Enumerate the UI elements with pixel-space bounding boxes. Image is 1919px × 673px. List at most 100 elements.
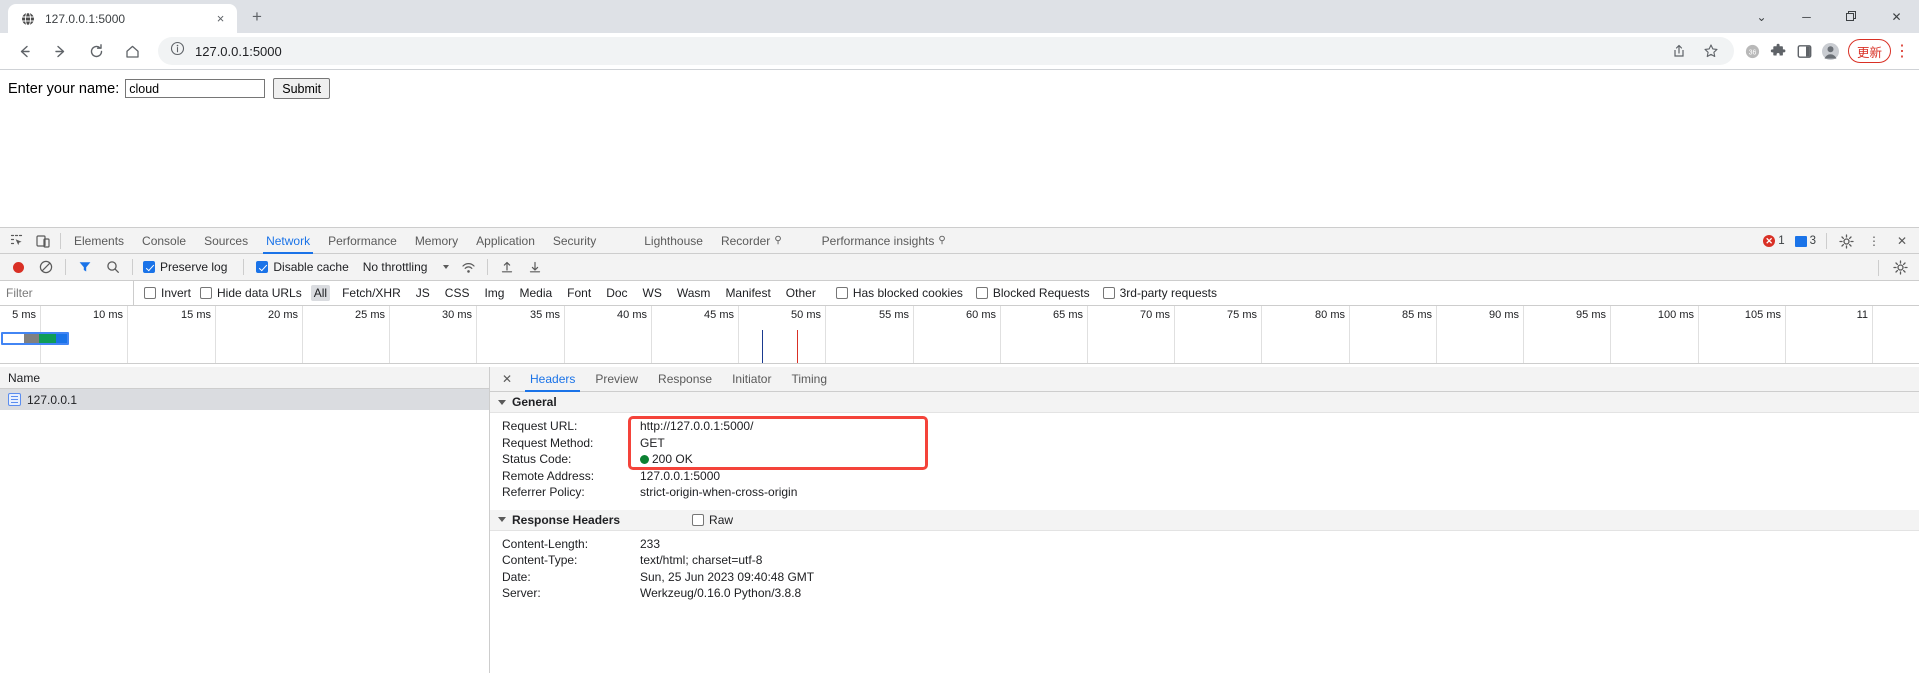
filter-type-media[interactable]: Media: [516, 285, 555, 301]
coin-icon[interactable]: 36: [1740, 38, 1766, 64]
header-row: Request Method: GET: [490, 435, 1919, 452]
preserve-log-checkbox[interactable]: Preserve log: [143, 260, 227, 274]
tab-sources[interactable]: Sources: [195, 228, 257, 254]
detail-tab-timing[interactable]: Timing: [781, 367, 837, 392]
throttling-select[interactable]: No throttling: [359, 260, 454, 274]
home-button[interactable]: [118, 37, 146, 65]
name-input[interactable]: [125, 79, 266, 98]
timeline-tick-label: 65 ms: [1053, 309, 1083, 321]
address-bar[interactable]: 127.0.0.1:5000: [158, 37, 1734, 65]
tab-close-icon[interactable]: ×: [212, 10, 229, 27]
search-icon[interactable]: [100, 255, 126, 279]
checkbox-box: [144, 287, 156, 299]
filter-type-all[interactable]: All: [310, 285, 331, 301]
detail-tab-initiator[interactable]: Initiator: [722, 367, 781, 392]
export-har-icon[interactable]: [522, 255, 548, 279]
request-list-header[interactable]: Name: [0, 367, 489, 389]
filter-type-wasm[interactable]: Wasm: [674, 285, 714, 301]
blocked-requests-label: Blocked Requests: [992, 286, 1090, 300]
device-toolbar-icon[interactable]: [30, 229, 56, 253]
network-settings-gear-icon[interactable]: [1887, 256, 1913, 280]
tab-console[interactable]: Console: [133, 228, 195, 254]
timeline-tick-label: 35 ms: [530, 309, 560, 321]
minimize-button[interactable]: ─: [1784, 0, 1829, 33]
blocked-requests-checkbox[interactable]: Blocked Requests: [975, 286, 1090, 300]
clear-icon[interactable]: [33, 255, 59, 279]
funnel-icon[interactable]: [72, 255, 98, 279]
inspect-element-icon[interactable]: [4, 229, 30, 253]
puzzle-icon[interactable]: [1766, 38, 1792, 64]
tab-performance-insights[interactable]: Performance insights ⚲: [813, 228, 955, 254]
tab-elements[interactable]: Elements: [65, 228, 133, 254]
detail-close-icon[interactable]: ✕: [494, 367, 520, 392]
new-tab-button[interactable]: +: [243, 3, 271, 31]
maximize-button[interactable]: [1829, 0, 1874, 33]
request-detail-pane: ✕ Headers Preview Response Initiator Tim…: [490, 367, 1919, 673]
submit-button[interactable]: Submit: [273, 78, 331, 99]
status-badge: 200 OK: [640, 452, 693, 466]
request-list-pane: Name 127.0.0.1: [0, 367, 490, 673]
response-headers-section-header[interactable]: Response Headers Raw: [490, 509, 1919, 531]
info-circle-icon[interactable]: [170, 41, 185, 61]
filter-type-fetch-xhr[interactable]: Fetch/XHR: [339, 285, 404, 301]
status-text: 200 OK: [652, 452, 693, 467]
person-icon[interactable]: [1818, 38, 1844, 64]
request-name: 127.0.0.1: [27, 392, 78, 407]
tab-performance[interactable]: Performance: [319, 228, 406, 254]
has-blocked-cookies-checkbox[interactable]: Has blocked cookies: [835, 286, 963, 300]
error-badge[interactable]: ✕ 1: [1759, 234, 1788, 248]
tab-lighthouse[interactable]: Lighthouse: [635, 228, 712, 254]
browser-tab[interactable]: 127.0.0.1:5000 ×: [8, 4, 237, 33]
filter-input[interactable]: [0, 280, 134, 306]
filter-type-img[interactable]: Img: [481, 285, 507, 301]
general-title: General: [512, 395, 557, 409]
filter-type-other[interactable]: Other: [783, 285, 819, 301]
filter-type-ws[interactable]: WS: [640, 285, 665, 301]
tab-recorder[interactable]: Recorder ⚲: [712, 228, 791, 254]
tab-search-icon[interactable]: ⌄: [1739, 0, 1784, 33]
share-icon[interactable]: [1666, 38, 1692, 64]
header-key: Date:: [502, 569, 531, 584]
filter-type-css[interactable]: CSS: [442, 285, 473, 301]
timeline-tick: [1698, 306, 1699, 363]
raw-toggle[interactable]: Raw: [692, 513, 733, 527]
general-section-header[interactable]: General: [490, 392, 1919, 413]
timeline-ruler: 5 ms 10 ms 15 ms 20 ms 25 ms 30 ms 35 ms 40 ms 4…: [0, 306, 1919, 363]
reload-button[interactable]: [82, 37, 110, 65]
third-party-requests-checkbox[interactable]: 3rd-party requests: [1102, 286, 1217, 300]
filter-type-js[interactable]: JS: [413, 285, 433, 301]
experiment-flask-icon: ⚲: [938, 235, 946, 246]
network-conditions-icon[interactable]: [455, 255, 481, 279]
back-button[interactable]: [10, 37, 38, 65]
import-har-icon[interactable]: [494, 255, 520, 279]
tab-memory[interactable]: Memory: [406, 228, 467, 254]
disable-cache-label: Disable cache: [273, 260, 349, 274]
star-icon[interactable]: [1698, 38, 1724, 64]
detail-tab-response[interactable]: Response: [648, 367, 722, 392]
record-stop-icon[interactable]: [5, 255, 31, 279]
tab-security[interactable]: Security: [544, 228, 605, 254]
message-badge[interactable]: 3: [1791, 234, 1820, 248]
tab-network[interactable]: Network: [257, 228, 319, 254]
filter-type-font[interactable]: Font: [564, 285, 594, 301]
devtools-close-button[interactable]: ✕: [1889, 229, 1915, 253]
browser-menu-button[interactable]: ⋮: [1891, 38, 1913, 64]
devtools-more-button[interactable]: ⋮: [1861, 229, 1887, 253]
invert-checkbox[interactable]: Invert: [144, 286, 191, 300]
side-panel-icon[interactable]: [1792, 38, 1818, 64]
network-overview-timeline[interactable]: 5 ms 10 ms 15 ms 20 ms 25 ms 30 ms 35 ms 40 ms 4…: [0, 306, 1919, 364]
forward-button[interactable]: [46, 37, 74, 65]
gear-icon[interactable]: [1833, 229, 1859, 253]
table-row[interactable]: 127.0.0.1: [0, 389, 489, 410]
tab-application[interactable]: Application: [467, 228, 544, 254]
close-window-button[interactable]: ✕: [1874, 0, 1919, 33]
filter-type-manifest[interactable]: Manifest: [722, 285, 773, 301]
filter-type-doc[interactable]: Doc: [603, 285, 630, 301]
network-toolbar-right: [1874, 254, 1913, 281]
detail-tab-preview[interactable]: Preview: [585, 367, 648, 392]
tab-label: Application: [476, 233, 535, 248]
detail-tab-headers[interactable]: Headers: [520, 367, 585, 392]
update-button[interactable]: 更新: [1847, 39, 1891, 63]
disable-cache-checkbox[interactable]: Disable cache: [256, 260, 349, 274]
hide-data-urls-checkbox[interactable]: Hide data URLs: [200, 286, 302, 300]
